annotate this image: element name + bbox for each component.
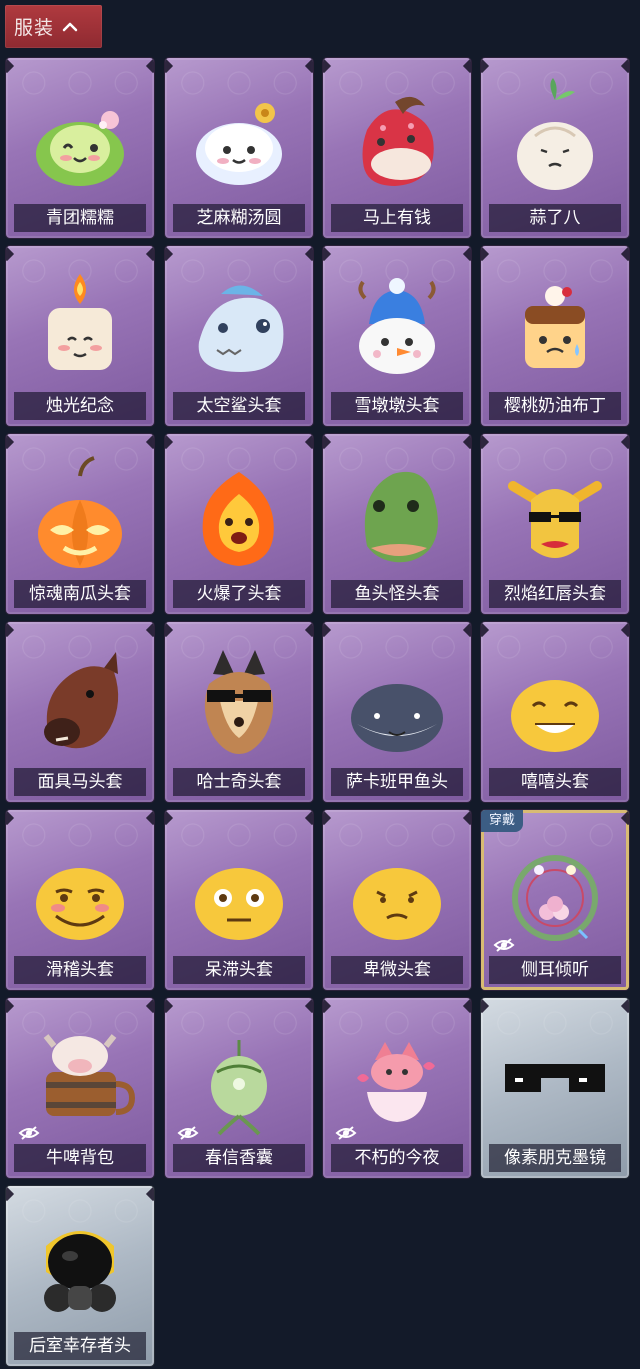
fish-head-icon [323,452,471,572]
costume-label: 火爆了头套 [173,580,305,608]
candle-icon [6,264,154,384]
costume-card-pudding[interactable]: 樱桃奶油布丁 [481,246,629,426]
chevron-up-icon [62,22,78,32]
flame-icon [165,452,313,572]
costume-card-funny[interactable]: 滑稽头套 [6,810,154,990]
shark-icon [165,264,313,384]
costume-card-snowman[interactable]: 雪墩墩头套 [323,246,471,426]
hidden-eye-icon[interactable] [18,1125,40,1141]
costume-label: 侧耳倾听 [489,956,621,984]
fish-icon [323,640,471,760]
costume-card-candle[interactable]: 烛光纪念 [6,246,154,426]
hidden-eye-icon[interactable] [493,937,515,953]
fox-cup-icon [323,1016,471,1136]
costume-label: 嘻嘻头套 [489,768,621,796]
garlic-icon [481,76,629,196]
costume-label: 樱桃奶油布丁 [489,392,621,420]
costume-card-red-lips[interactable]: 烈焰红唇头套 [481,434,629,614]
costume-label: 太空鲨头套 [173,392,305,420]
costume-card-sesame[interactable]: 芝麻糊汤圆 [165,58,313,238]
gas-mask-icon [6,1204,154,1324]
costume-card-horse-money[interactable]: 马上有钱 [323,58,471,238]
costume-card-grin[interactable]: 嘻嘻头套 [481,622,629,802]
costume-label: 春信香囊 [173,1144,305,1172]
green-dumpling-icon [6,76,154,196]
pumpkin-icon [6,452,154,572]
costume-card-qingtuan[interactable]: 青团糯糯 [6,58,154,238]
snowman-icon [323,264,471,384]
costume-card-fish-head[interactable]: 鱼头怪头套 [323,434,471,614]
costume-card-humble[interactable]: 卑微头套 [323,810,471,990]
grin-emoji-icon [481,640,629,760]
costume-label: 牛啤背包 [14,1144,146,1172]
costume-card-sachet[interactable]: 春信香囊 [165,998,313,1178]
costume-card-immortal-night[interactable]: 不朽的今夜 [323,998,471,1178]
costume-card-sacabambaspis[interactable]: 萨卡班甲鱼头 [323,622,471,802]
costume-label: 像素朋克墨镜 [489,1144,621,1172]
costume-label: 青团糯糯 [14,204,146,232]
costume-label: 马上有钱 [331,204,463,232]
costume-label: 雪墩墩头套 [331,392,463,420]
costume-label: 滑稽头套 [14,956,146,984]
husky-icon [165,640,313,760]
costume-label: 芝麻糊汤圆 [173,204,305,232]
costume-label: 惊魂南瓜头套 [14,580,146,608]
costume-label: 呆滞头套 [173,956,305,984]
costume-card-horse-mask[interactable]: 面具马头套 [6,622,154,802]
hidden-eye-icon[interactable] [335,1125,357,1141]
costume-card-dazed[interactable]: 呆滞头套 [165,810,313,990]
pudding-icon [481,264,629,384]
costume-label: 卑微头套 [331,956,463,984]
costume-card-husky[interactable]: 哈士奇头套 [165,622,313,802]
costume-card-cow-barrel[interactable]: 牛啤背包 [6,998,154,1178]
hidden-eye-icon[interactable] [177,1125,199,1141]
costume-label: 烛光纪念 [14,392,146,420]
costume-label: 鱼头怪头套 [331,580,463,608]
costume-card-pumpkin[interactable]: 惊魂南瓜头套 [6,434,154,614]
costume-card-pixel-sunglasses[interactable]: 像素朋克墨镜 [481,998,629,1178]
red-lips-icon [481,452,629,572]
sesame-dumpling-icon [165,76,313,196]
costume-card-space-shark[interactable]: 太空鲨头套 [165,246,313,426]
costume-label: 哈士奇头套 [173,768,305,796]
costume-label: 烈焰红唇头套 [489,580,621,608]
costume-card-gas-mask[interactable]: 后室幸存者头 [6,1186,154,1366]
costume-label: 后室幸存者头 [14,1332,146,1360]
horse-icon [323,76,471,196]
costume-label: 萨卡班甲鱼头 [331,768,463,796]
costume-label: 不朽的今夜 [331,1144,463,1172]
sachet-icon [165,1016,313,1136]
flower-wreath-icon [481,828,629,948]
costume-label: 蒜了八 [489,204,621,232]
cow-barrel-icon [6,1016,154,1136]
section-title: 服装 [14,17,55,39]
dazed-emoji-icon [165,828,313,948]
costume-label: 面具马头套 [14,768,146,796]
funny-emoji-icon [6,828,154,948]
humble-emoji-icon [323,828,471,948]
horse-mask-icon [6,640,154,760]
costume-card-flame[interactable]: 火爆了头套 [165,434,313,614]
costume-card-garlic[interactable]: 蒜了八 [481,58,629,238]
costume-section-header[interactable]: 服装 [5,5,102,48]
pixel-sunglasses-icon [481,1016,629,1136]
costume-card-listening[interactable]: 穿戴 侧耳倾听 [481,810,629,990]
